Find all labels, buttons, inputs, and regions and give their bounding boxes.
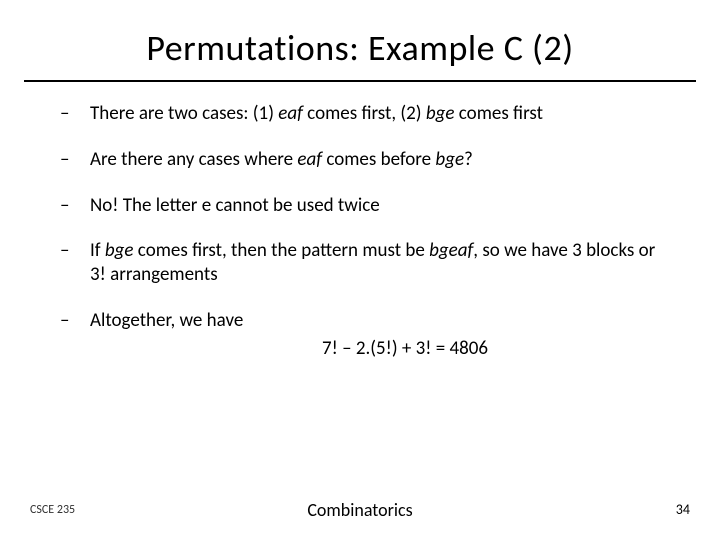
title-area: Permutations: Example C (2) <box>0 0 720 70</box>
footer: CSCE 235 Combinatorics 34 <box>0 501 720 518</box>
bullet-2: – Are there any cases where eaf comes be… <box>60 148 660 172</box>
dash-icon: – <box>60 239 90 263</box>
bullet-3: – No! The letter e cannot be used twice <box>60 194 660 218</box>
bullet-2-text: Are there any cases where eaf comes befo… <box>90 148 660 172</box>
b4-word2: bgeaf <box>429 239 473 262</box>
b1-word1: eaf <box>278 102 303 125</box>
topic-label: Combinatorics <box>307 499 412 521</box>
page-number: 34 <box>676 501 690 518</box>
bullet-1-text: There are two cases: (1) eaf comes first… <box>90 102 660 126</box>
dash-icon: – <box>60 102 90 126</box>
slide: Permutations: Example C (2) – There are … <box>0 0 720 540</box>
b1-word2: bge <box>426 102 455 125</box>
content-area: – There are two cases: (1) eaf comes fir… <box>0 82 720 360</box>
b2-post: ? <box>464 148 473 171</box>
b4-pre: If <box>90 239 105 262</box>
dash-icon: – <box>60 309 90 333</box>
b4-mid1: comes first, then the pattern must be <box>134 239 430 262</box>
b2-word2: bge <box>435 148 464 171</box>
slide-title: Permutations: Example C (2) <box>40 26 680 70</box>
bullet-5: – Altogether, we have <box>60 309 660 333</box>
b2-word1: eaf <box>297 148 322 171</box>
bullet-3-text: No! The letter e cannot be used twice <box>90 194 660 218</box>
b1-mid: comes first, (2) <box>303 102 426 125</box>
bullet-4-text: If bge comes first, then the pattern mus… <box>90 239 660 287</box>
course-code: CSCE 235 <box>30 503 75 517</box>
b2-mid: comes before <box>322 148 435 171</box>
b4-word1: bge <box>105 239 134 262</box>
bullet-1: – There are two cases: (1) eaf comes fir… <box>60 102 660 126</box>
dash-icon: – <box>60 148 90 172</box>
bullet-4: – If bge comes first, then the pattern m… <box>60 239 660 287</box>
b1-pre: There are two cases: (1) <box>90 102 278 125</box>
b2-pre: Are there any cases where <box>90 148 297 171</box>
dash-icon: – <box>60 194 90 218</box>
b1-post: comes first <box>455 102 544 125</box>
formula-line: 7! – 2.(5!) + 3! = 4806 <box>150 337 660 360</box>
bullet-5-text: Altogether, we have <box>90 309 660 333</box>
